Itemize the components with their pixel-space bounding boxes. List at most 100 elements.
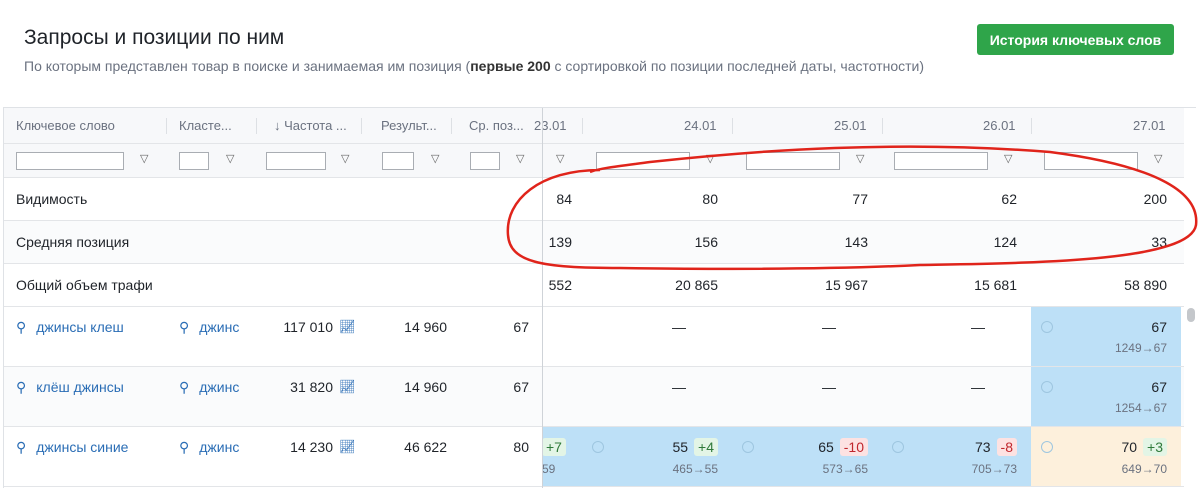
- clock-icon[interactable]: [592, 441, 604, 453]
- chart-icon[interactable]: 📈︎: [339, 367, 356, 407]
- position-delta: +7: [542, 437, 566, 456]
- position-delta: -10: [839, 437, 868, 456]
- filter-icon[interactable]: ▽: [856, 152, 864, 165]
- cluster-link[interactable]: ⚲ джинс: [179, 427, 239, 467]
- date-cell: —: [582, 367, 732, 407]
- col-avg-position[interactable]: Ср. поз...: [469, 108, 524, 143]
- summary-value: 62: [1001, 191, 1017, 207]
- col-results[interactable]: Результ...: [381, 108, 437, 143]
- fixed-columns-divider: [542, 108, 543, 488]
- filter-icon[interactable]: ▽: [706, 152, 714, 165]
- date-cell: —: [732, 307, 882, 347]
- table-row[interactable]: ⚲ джинсы синие ⚲ джинс 14 230 📈︎ 46 622 80…: [4, 427, 1184, 487]
- position-change: 649→70: [1121, 461, 1167, 476]
- filter-icon[interactable]: ▽: [1154, 152, 1162, 165]
- clock-icon[interactable]: [742, 441, 754, 453]
- col-date[interactable]: 25.01: [834, 108, 867, 143]
- clock-icon[interactable]: [1041, 321, 1053, 333]
- keyword-text: джинсы клеш: [36, 319, 124, 335]
- no-position-dash: —: [971, 319, 985, 335]
- subtitle-text: с сортировкой по позиции последней даты,…: [550, 58, 925, 74]
- search-icon: ⚲: [179, 318, 190, 335]
- chart-icon[interactable]: 📈︎: [339, 427, 356, 467]
- summary-row: Видимость 84 80 77 62 200: [4, 178, 1184, 221]
- position-change: 1249→67: [1114, 340, 1167, 355]
- search-icon: ⚲: [16, 318, 27, 335]
- date-filter-input[interactable]: [1044, 152, 1138, 170]
- cluster-link[interactable]: ⚲ джинс: [179, 367, 239, 407]
- table-row[interactable]: ⚲ клёш джинсы ⚲ джинс 31 820 📈︎ 14 960 67—…: [4, 367, 1184, 427]
- position-value: 73: [974, 438, 991, 455]
- chart-icon[interactable]: 📈︎: [339, 307, 356, 347]
- filter-icon[interactable]: ▽: [341, 152, 349, 165]
- search-icon: ⚲: [16, 378, 27, 395]
- keyword-history-button[interactable]: История ключевых слов: [977, 24, 1174, 55]
- keyword-link[interactable]: ⚲ джинсы клеш: [16, 307, 124, 347]
- cluster-filter-input[interactable]: [179, 152, 209, 170]
- clock-icon[interactable]: [1041, 441, 1053, 453]
- date-cell: —: [732, 367, 882, 407]
- summary-label: Средняя позиция: [16, 234, 130, 250]
- summary-value: 552: [548, 277, 572, 293]
- position-value: 67: [1151, 318, 1167, 335]
- page-subtitle: По которым представлен товар в поиске и …: [24, 56, 944, 76]
- cluster-text: джинс: [199, 319, 240, 335]
- search-icon: ⚲: [16, 438, 27, 455]
- position-change: 465→55: [672, 461, 718, 476]
- summary-value: 80: [702, 191, 718, 207]
- page-title: Запросы и позиции по ним: [24, 26, 285, 49]
- col-date[interactable]: 27.01: [1133, 108, 1166, 143]
- date-cell: 67 1249→67: [1031, 307, 1181, 366]
- col-frequency[interactable]: ↓ Частота ...: [274, 108, 347, 143]
- keyword-link[interactable]: ⚲ джинсы синие: [16, 427, 128, 467]
- col-date[interactable]: 24.01: [684, 108, 717, 143]
- summary-value: 124: [993, 234, 1017, 250]
- filter-icon[interactable]: ▽: [226, 152, 234, 165]
- date-cell: +7 59: [542, 427, 582, 486]
- col-date[interactable]: 26.01: [983, 108, 1016, 143]
- avg-position-value: 67: [513, 379, 529, 395]
- filter-icon[interactable]: ▽: [556, 152, 564, 165]
- results-value: 14 960: [404, 379, 447, 395]
- search-icon: ⚲: [179, 378, 190, 395]
- filter-icon[interactable]: ▽: [431, 152, 439, 165]
- col-keyword[interactable]: Ключевое слово: [16, 108, 115, 143]
- date-cell: —: [882, 367, 1031, 407]
- avg-position-value: 67: [513, 319, 529, 335]
- summary-value: 84: [556, 191, 572, 207]
- position-delta: -8: [996, 437, 1017, 456]
- date-cell: 70 +3 649→70: [1031, 427, 1181, 486]
- results-value: 46 622: [404, 439, 447, 455]
- table-row[interactable]: ⚲ джинсы клеш ⚲ джинс 117 010 📈︎ 14 960 67…: [4, 307, 1184, 367]
- summary-value: 139: [548, 234, 572, 250]
- vertical-scrollbar[interactable]: [1187, 308, 1195, 322]
- results-value: 14 960: [404, 319, 447, 335]
- date-filter-input[interactable]: [596, 152, 690, 170]
- date-filter-input[interactable]: [894, 152, 988, 170]
- position-value: 70: [1121, 438, 1138, 455]
- clock-icon[interactable]: [892, 441, 904, 453]
- no-position-dash: —: [672, 319, 686, 335]
- frequency-filter-input[interactable]: [266, 152, 326, 170]
- position-delta: +3: [1143, 437, 1167, 456]
- cluster-link[interactable]: ⚲ джинс: [179, 307, 239, 347]
- clock-icon[interactable]: [1041, 381, 1053, 393]
- keyword-text: клёш джинсы: [36, 379, 124, 395]
- col-date[interactable]: 23.01: [534, 108, 567, 143]
- summary-value: 15 681: [974, 277, 1017, 293]
- summary-value: 20 865: [675, 277, 718, 293]
- summary-row: Общий объем трафи 552 20 865 15 967 15 681 58…: [4, 264, 1184, 307]
- date-cell: 55 +4 465→55: [582, 427, 732, 486]
- filter-icon[interactable]: ▽: [516, 152, 524, 165]
- avgpos-filter-input[interactable]: [470, 152, 500, 170]
- date-cell: —: [582, 307, 732, 347]
- col-cluster[interactable]: Класте...: [179, 108, 232, 143]
- filter-row: ▽ ▽ ▽ ▽ ▽ ▽ ▽ ▽ ▽ ▽: [4, 144, 1184, 178]
- keyword-link[interactable]: ⚲ клёш джинсы: [16, 367, 124, 407]
- filter-icon[interactable]: ▽: [140, 152, 148, 165]
- date-filter-input[interactable]: [746, 152, 840, 170]
- results-filter-input[interactable]: [382, 152, 414, 170]
- no-position-dash: —: [822, 319, 836, 335]
- keyword-filter-input[interactable]: [16, 152, 124, 170]
- filter-icon[interactable]: ▽: [1004, 152, 1012, 165]
